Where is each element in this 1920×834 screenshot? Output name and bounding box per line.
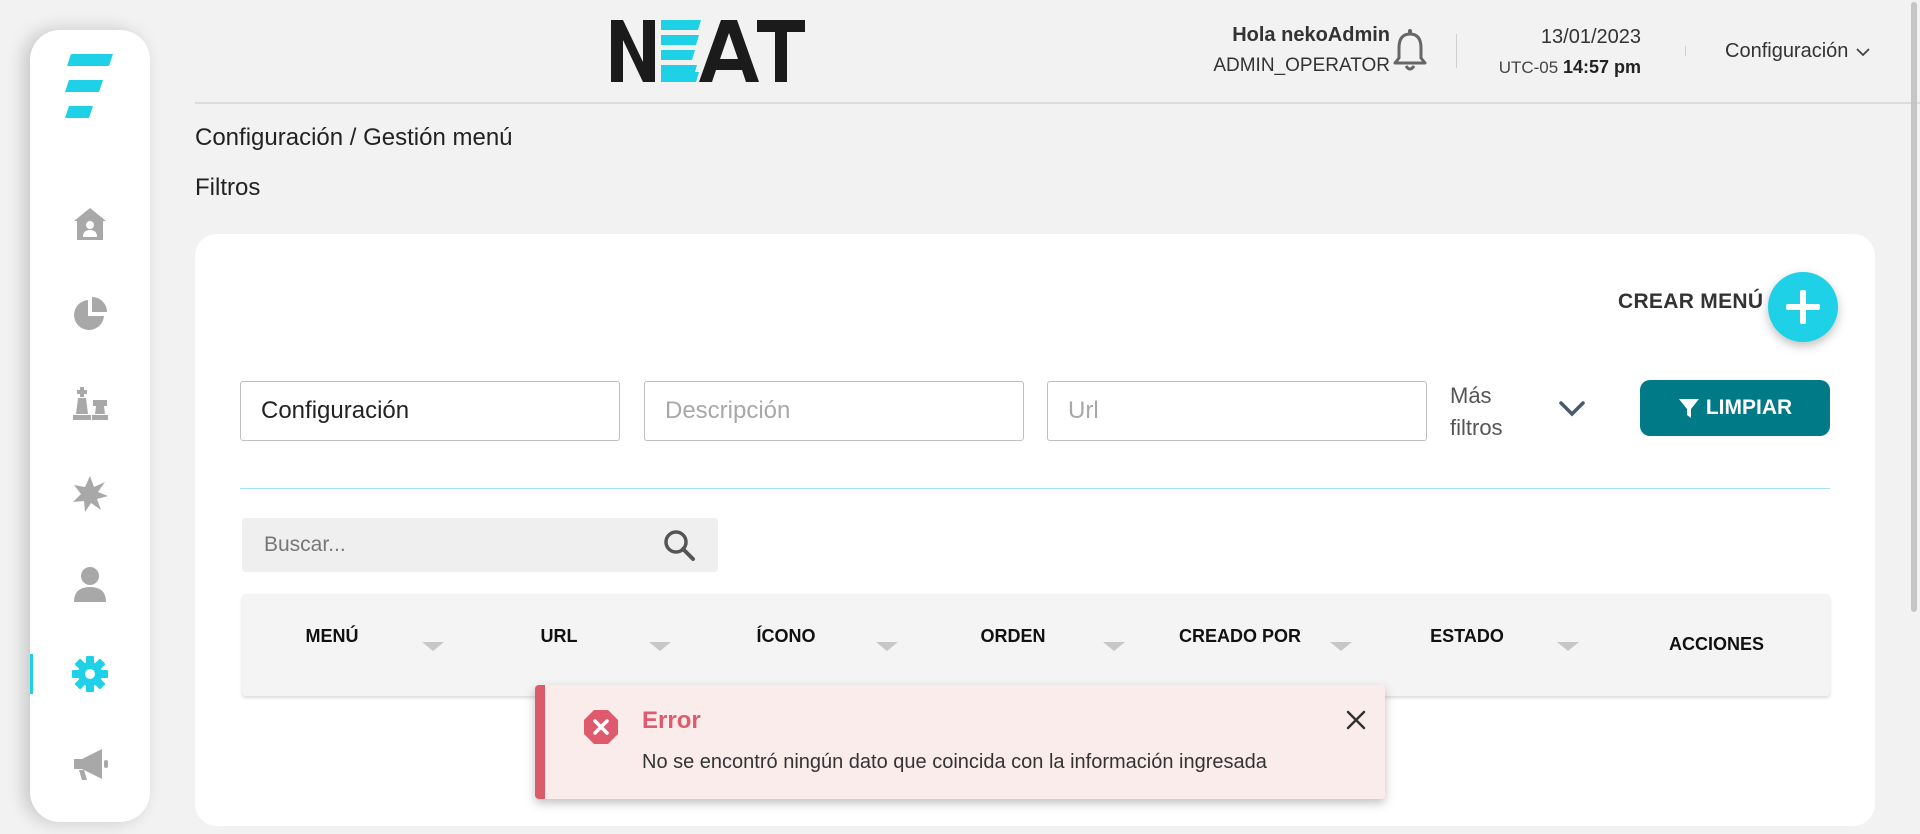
column-label: MENÚ (305, 626, 359, 646)
search-input[interactable] (242, 518, 662, 572)
create-menu-label[interactable]: CREAR MENÚ (1618, 290, 1763, 314)
pie-chart-icon (74, 297, 107, 330)
search-box (242, 518, 718, 572)
time-value: 14:57 pm (1562, 57, 1641, 77)
filters-title: Filtros (195, 174, 261, 201)
clear-filters-button[interactable]: LIMPIAR (1640, 380, 1830, 436)
more-filters-label: filtros (1450, 415, 1503, 440)
header-divider (1456, 34, 1457, 68)
user-info: Hola nekoAdmin ADMIN_OPERATOR (1213, 24, 1390, 77)
column-label: URL (540, 626, 578, 646)
sidebar-item-users[interactable] (30, 554, 150, 614)
sort-arrow-icon[interactable] (1103, 642, 1125, 651)
timezone-label: UTC-05 (1498, 58, 1559, 77)
user-greeting: Hola nekoAdmin (1232, 24, 1390, 46)
config-dropdown[interactable]: Configuración (1725, 40, 1871, 63)
column-label: ACCIONES (1668, 634, 1764, 654)
url-filter-input[interactable] (1047, 381, 1427, 441)
toast-title: Error (642, 707, 701, 734)
filter-icon (1678, 399, 1699, 418)
close-icon[interactable] (1345, 709, 1367, 731)
sort-arrow-icon[interactable] (1557, 642, 1579, 651)
sort-arrow-icon[interactable] (876, 642, 898, 651)
column-header-url[interactable]: URL (469, 594, 696, 696)
create-menu-button[interactable] (1768, 272, 1838, 342)
gear-icon (72, 656, 108, 692)
sidebar-item-promotions[interactable] (30, 464, 150, 524)
search-icon[interactable] (662, 528, 696, 562)
scrollbar-thumb[interactable] (1911, 2, 1917, 612)
breadcrumb: Configuración / Gestión menú (195, 124, 513, 151)
chess-pieces-icon (73, 387, 108, 420)
datetime-display: 13/01/2023 UTC-05 14:57 pm (1495, 26, 1641, 78)
config-dropdown-label: Configuración (1725, 40, 1849, 62)
chevron-down-icon[interactable] (1557, 394, 1587, 424)
error-toast: Error No se encontró ningún dato que coi… (535, 685, 1385, 799)
neat-wordmark-icon (611, 20, 805, 82)
column-label: ESTADO (1430, 626, 1504, 646)
chevron-down-icon (1856, 47, 1871, 56)
column-header-actions: ACCIONES (1603, 594, 1830, 696)
home-icon (74, 208, 106, 240)
menu-filter-input[interactable] (240, 381, 620, 441)
megaphone-icon (74, 749, 108, 780)
column-label: CREADO POR (1178, 626, 1301, 646)
sort-arrow-icon[interactable] (649, 642, 671, 651)
plus-icon (1786, 290, 1820, 324)
sidebar (30, 30, 150, 822)
sidebar-item-settings[interactable] (30, 644, 150, 704)
column-label: ORDEN (980, 626, 1046, 646)
current-time: UTC-05 14:57 pm (1495, 57, 1641, 78)
app-logo-icon[interactable] (65, 52, 115, 122)
table-header: MENÚ URL ÍCONO ORDEN CREADO POR ESTADO A… (242, 594, 1830, 696)
column-header-order[interactable]: ORDEN (923, 594, 1150, 696)
starburst-icon (73, 476, 108, 512)
user-role: ADMIN_OPERATOR (1213, 55, 1390, 76)
column-header-status[interactable]: ESTADO (1377, 594, 1604, 696)
sidebar-item-games[interactable] (30, 374, 150, 434)
column-label: ÍCONO (756, 626, 816, 646)
sidebar-item-home[interactable] (30, 194, 150, 254)
more-filters-label: Más (1450, 383, 1492, 408)
more-filters-toggle[interactable]: Más filtros (1450, 380, 1503, 444)
user-icon (74, 567, 106, 602)
current-date: 13/01/2023 (1540, 26, 1641, 48)
top-header: Hola nekoAdmin ADMIN_OPERATOR 13/01/2023… (195, 0, 1920, 104)
page-scrollbar[interactable] (1908, 0, 1920, 834)
sidebar-item-reports[interactable] (30, 284, 150, 344)
column-header-created-by[interactable]: CREADO POR (1150, 594, 1377, 696)
column-header-icon[interactable]: ÍCONO (696, 594, 923, 696)
filters-divider (240, 488, 1830, 489)
column-header-menu[interactable]: MENÚ (242, 594, 469, 696)
sort-arrow-icon[interactable] (1330, 642, 1352, 651)
toast-message: No se encontró ningún dato que coincida … (642, 751, 1267, 773)
header-divider (1685, 46, 1686, 56)
clear-filters-label: LIMPIAR (1705, 396, 1793, 419)
sidebar-item-campaigns[interactable] (30, 734, 150, 794)
sort-arrow-icon[interactable] (422, 642, 444, 651)
brand-logo (609, 18, 809, 86)
description-filter-input[interactable] (644, 381, 1024, 441)
error-octagon-icon (584, 710, 618, 744)
notifications-bell-icon[interactable] (1388, 28, 1432, 74)
